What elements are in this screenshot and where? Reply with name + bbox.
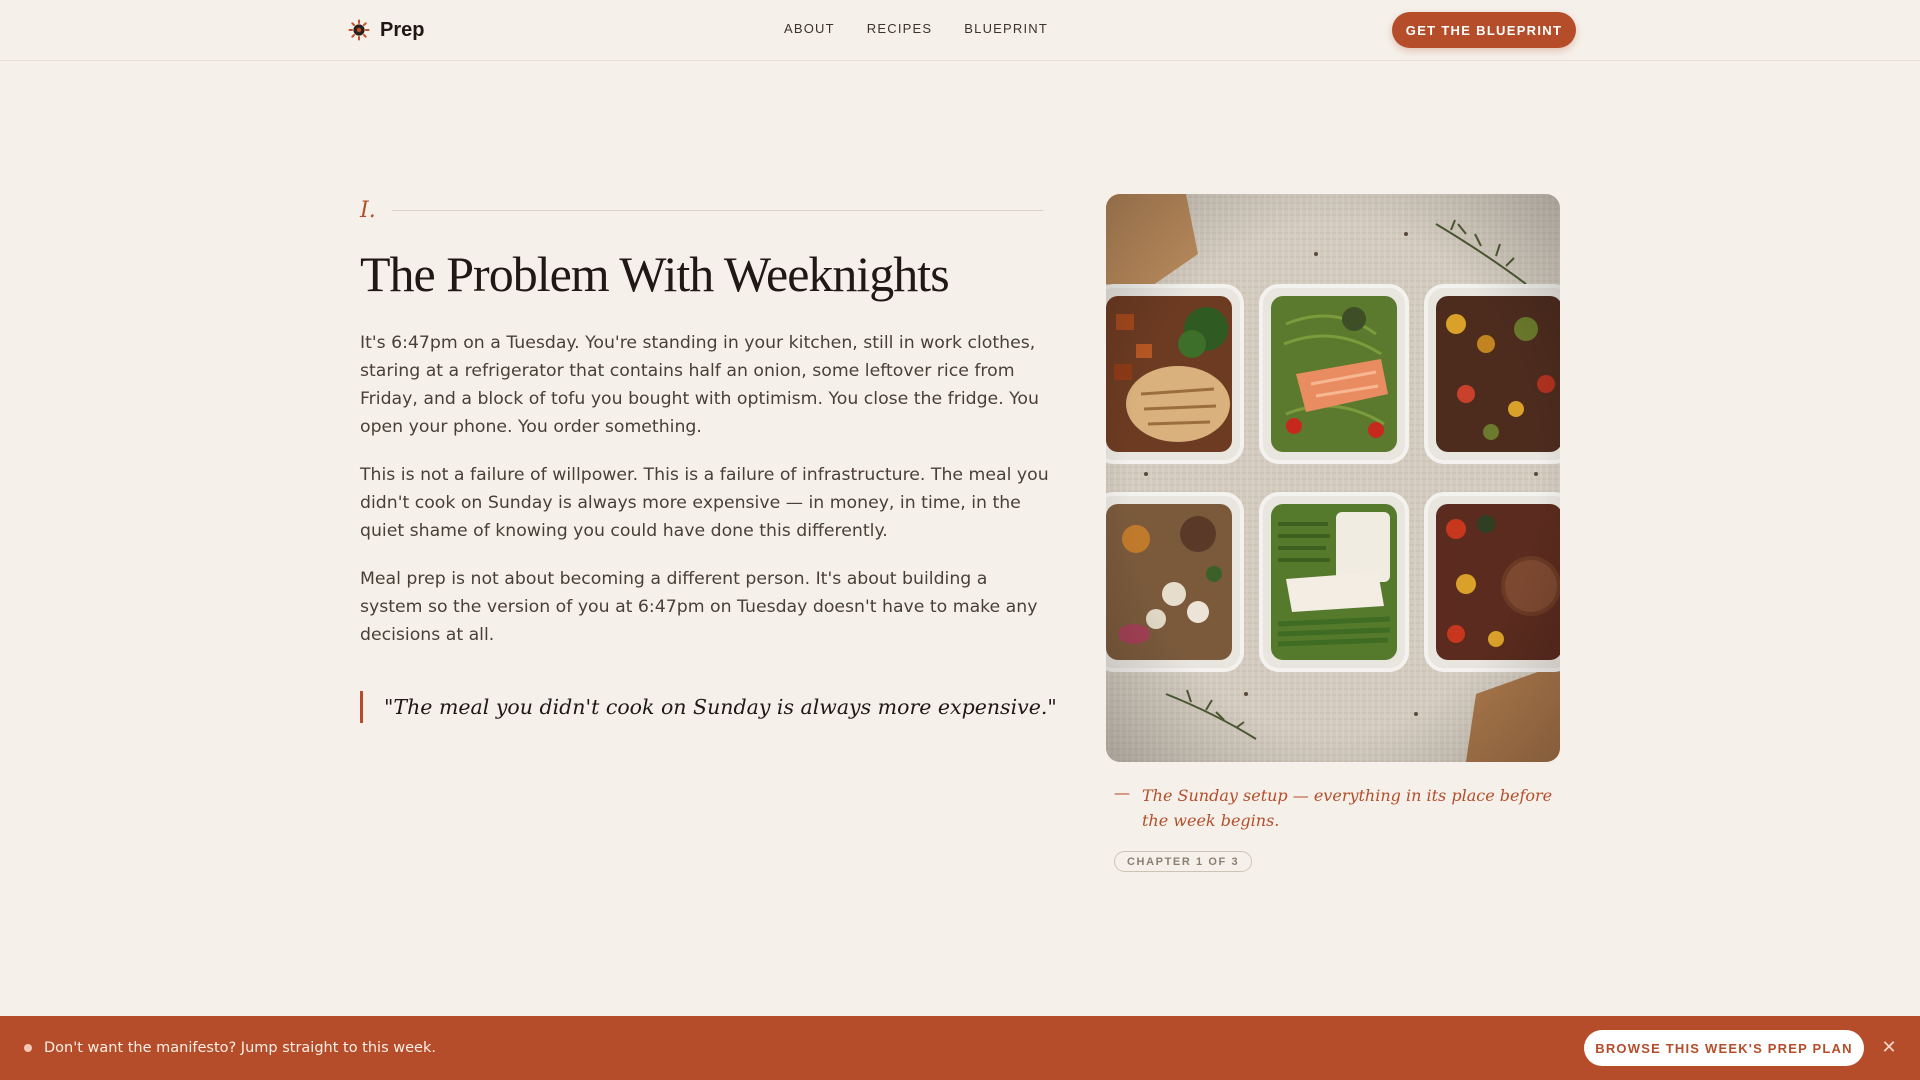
photo-caption: — The Sunday setup — everything in its p… [1114,783,1564,833]
main-nav: ABOUT RECIPES BLUEPRINT [784,21,1048,36]
nav-blueprint-link[interactable]: BLUEPRINT [964,21,1048,36]
banner-dot-icon [24,1044,32,1052]
body-paragraph: This is not a failure of willpower. This… [360,465,1049,541]
browse-prep-plan-button[interactable]: BROWSE THIS WEEK'S PREP PLAN [1584,1030,1864,1066]
meal-prep-photo [1106,194,1560,762]
caption-text: The Sunday setup — everything in its pla… [1142,786,1553,830]
body-paragraph: It's 6:47pm on a Tuesday. You're standin… [360,333,1039,437]
site-header: Prep ABOUT RECIPES BLUEPRINT GET THE BLU… [0,0,1920,61]
brand-logo-link[interactable]: Prep [348,16,424,44]
pull-quote-text: "The meal you didn't cook on Sunday is a… [384,695,1057,719]
brand-name: Prep [380,18,425,41]
chapter-progress-badge: CHAPTER 1 OF 3 [1114,851,1253,872]
chapter-title: The Problem With Weeknights [360,246,950,302]
pull-quote: "The meal you didn't cook on Sunday is a… [360,691,1057,723]
chapter-marker: I. [360,196,1043,224]
chapter-divider [391,209,1043,211]
banner-message: Don't want the manifesto? Jump straight … [44,1040,436,1056]
body-paragraph: Meal prep is not about becoming a differ… [360,569,1038,645]
sun-icon [348,19,370,41]
nav-recipes-link[interactable]: RECIPES [867,21,932,36]
get-blueprint-button[interactable]: GET THE BLUEPRINT [1392,12,1576,48]
caption-dash: — [1114,783,1130,802]
chapter-numeral: I. [360,197,376,223]
nav-about-link[interactable]: ABOUT [784,21,835,36]
chapter-body: It's 6:47pm on a Tuesday. You're standin… [360,329,1050,669]
close-icon[interactable]: ✕ [1880,1038,1898,1058]
meal-prep-illustration [1106,194,1560,762]
